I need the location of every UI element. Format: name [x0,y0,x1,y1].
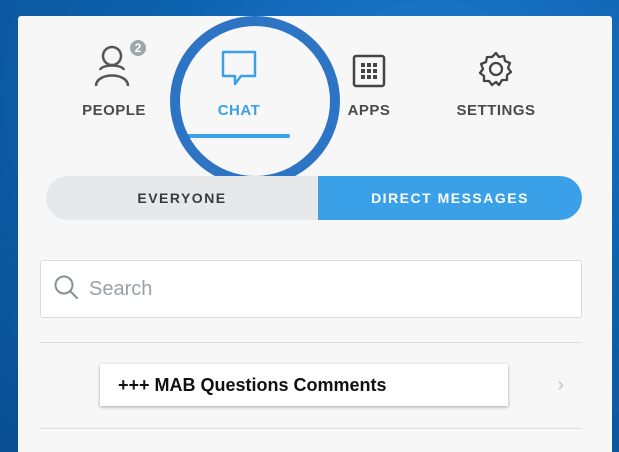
active-tab-indicator [180,134,290,138]
tab-chat[interactable]: CHAT [192,38,286,146]
chat-scope-toggle: EVERYONE DIRECT MESSAGES [46,176,582,220]
conversation-title: +++ MAB Questions Comments [100,364,508,406]
gear-icon [477,38,515,88]
chat-panel: 2 PEOPLE CHAT APPS SETTINGS EVERYONE DIR… [18,16,612,452]
segment-direct-messages[interactable]: DIRECT MESSAGES [318,176,582,220]
divider [40,342,582,343]
tab-apps[interactable]: APPS [334,38,404,146]
search-box [40,260,582,318]
apps-grid-icon [352,38,386,88]
tab-people-label: PEOPLE [82,102,146,119]
segment-everyone[interactable]: EVERYONE [46,176,318,220]
list-item[interactable]: +++ MAB Questions Comments › [40,344,582,426]
search-input[interactable] [89,277,569,301]
notification-badge: 2 [128,38,148,58]
chat-bubble-icon [219,38,259,88]
tab-settings[interactable]: SETTINGS [436,38,556,146]
tab-people[interactable]: 2 PEOPLE [74,38,154,146]
people-icon: 2 [92,38,148,88]
divider [40,428,582,429]
tab-chat-label: CHAT [217,102,261,119]
search-icon [53,274,79,305]
tab-settings-label: SETTINGS [456,102,536,119]
tab-apps-label: APPS [347,102,391,119]
chevron-right-icon: › [557,374,564,396]
